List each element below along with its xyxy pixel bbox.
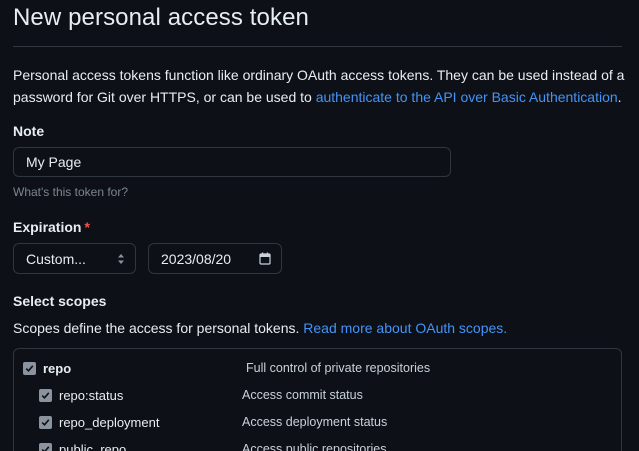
scope-name: repo [43,360,72,376]
title-divider [13,46,622,47]
check-icon [41,445,50,451]
scope-row-repo-status: repo:status Access commit status [14,385,621,405]
scopes-description: Scopes define the access for personal to… [13,320,507,336]
basic-auth-link[interactable]: authenticate to the API over Basic Authe… [316,89,618,105]
note-hint: What's this token for? [13,185,129,199]
scope-row-repo-deployment: repo_deployment Access deployment status [14,412,621,432]
public-repo-checkbox[interactable] [39,442,52,451]
expiration-select[interactable]: Custom... [13,243,136,274]
scope-description: Full control of private repositories [246,361,431,375]
scope-name: public_repo [59,441,127,451]
scope-name: repo:status [59,387,124,403]
intro-paragraph: Personal access tokens function like ord… [13,64,628,108]
scope-name: repo_deployment [59,414,160,430]
new-token-page: New personal access token Personal acces… [0,0,639,451]
calendar-icon[interactable] [259,252,271,265]
scope-row-public-repo: public_repo Access public repositories [14,439,621,451]
page-title: New personal access token [13,4,309,31]
scope-description: Access deployment status [242,415,388,429]
note-label: Note [13,123,45,139]
expiration-date-input[interactable]: 2023/08/20 [148,243,282,274]
check-icon [41,418,50,426]
scope-description: Access public repositories [242,442,387,451]
check-icon [41,391,50,399]
expiration-label-text: Expiration [13,219,82,235]
scopes-description-text: Scopes define the access for personal to… [13,320,304,336]
expiration-select-value: Custom... [26,250,86,267]
oauth-scopes-link[interactable]: Read more about OAuth scopes. [303,320,507,336]
select-scopes-heading: Select scopes [13,293,107,309]
select-arrows-icon [117,253,125,265]
expiration-date-value: 2023/08/20 [161,250,232,267]
intro-end: . [617,89,622,105]
check-icon [25,364,34,372]
repo-checkbox[interactable] [23,361,36,375]
scope-description: Access commit status [242,388,363,402]
repo-deployment-checkbox[interactable] [39,415,52,429]
required-mark: * [84,219,90,235]
scopes-table: repo Full control of private repositorie… [13,348,622,451]
repo-status-checkbox[interactable] [39,388,52,402]
note-input[interactable] [13,147,451,177]
scope-row-repo: repo Full control of private repositorie… [14,358,621,378]
expiration-label: Expiration * [13,219,90,235]
